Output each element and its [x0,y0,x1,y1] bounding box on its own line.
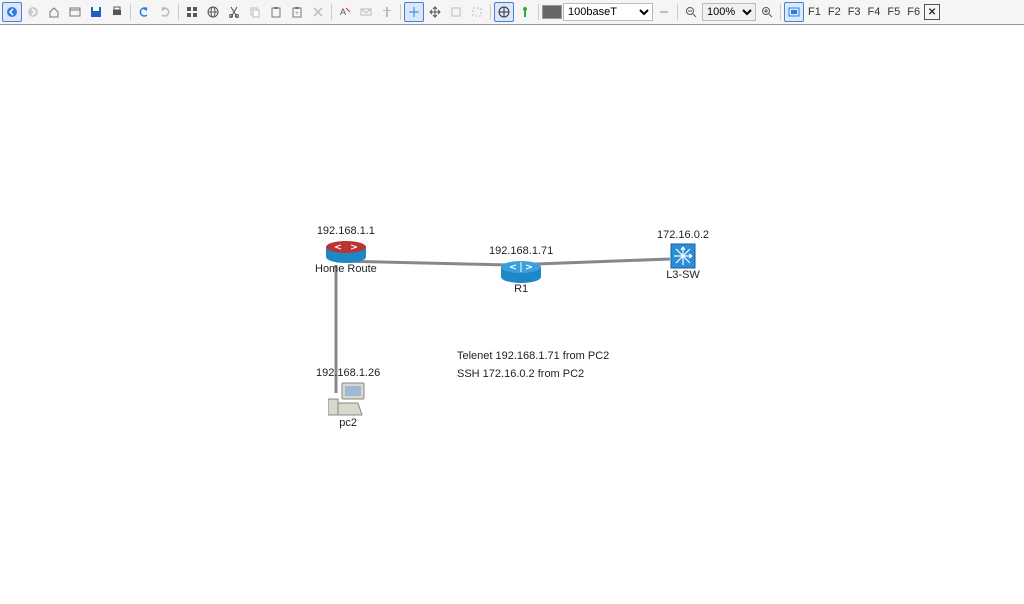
separator [538,4,539,20]
grid-icon[interactable] [182,2,202,22]
l3-switch-icon [670,243,696,269]
node-label: pc2 [339,417,357,429]
forward-icon[interactable] [23,2,43,22]
zoom-region-icon[interactable] [467,2,487,22]
ip-label: 192.168.1.26 [316,367,380,379]
fullscreen-icon[interactable] [784,2,804,22]
node-pc2[interactable]: 192.168.1.26 pc2 [316,367,380,429]
note-line: Telenet 192.168.1.71 from PC2 [457,347,609,365]
redo-icon[interactable] [155,2,175,22]
globe-icon[interactable] [203,2,223,22]
cut-icon[interactable] [224,2,244,22]
grid-snap-icon[interactable] [494,2,514,22]
link-layer [0,25,1024,604]
move-tool-icon[interactable] [425,2,445,22]
node-label: R1 [514,283,528,295]
pointer-tool-icon[interactable] [404,2,424,22]
print-icon[interactable] [107,2,127,22]
node-label: L3-SW [666,269,700,281]
f5-button[interactable]: F5 [884,6,903,18]
canvas-note: Telenet 192.168.1.71 from PC2 SSH 172.16… [457,347,609,383]
f2-button[interactable]: F2 [825,6,844,18]
home-icon[interactable] [44,2,64,22]
close-panel-icon[interactable]: ✕ [924,4,940,20]
svg-text:+: + [295,11,299,17]
zoom-out-icon[interactable] [681,2,701,22]
ip-label: 172.16.0.2 [657,229,709,241]
undo-icon[interactable] [134,2,154,22]
topology-canvas[interactable]: 192.168.1.1 Home Route 192.168.1.71 R1 1… [0,25,1024,604]
node-l3sw[interactable]: 172.16.0.2 L3-SW [657,229,709,281]
back-icon[interactable] [2,2,22,22]
copy-icon[interactable] [245,2,265,22]
separator [331,4,332,20]
note-line: SSH 172.16.0.2 from PC2 [457,365,609,383]
delete-icon[interactable] [308,2,328,22]
f3-button[interactable]: F3 [845,6,864,18]
zoom-select[interactable]: 100% [702,3,756,21]
separator [780,4,781,20]
zoom-fit-icon[interactable] [446,2,466,22]
router-icon [500,259,542,283]
mail-icon[interactable] [356,2,376,22]
f4-button[interactable]: F4 [865,6,884,18]
separator [178,4,179,20]
save-icon[interactable] [86,2,106,22]
workstation-icon [328,381,368,417]
toolbar: + A 100baseT 100% F1 F2 F3 F4 F5 F6 ✕ [0,0,1024,25]
router-icon [325,239,367,263]
zoom-in-icon[interactable] [757,2,777,22]
separator [400,4,401,20]
link-apply-icon[interactable] [654,2,674,22]
separator [490,4,491,20]
node-label: Home Route [315,263,377,275]
window-icon[interactable] [65,2,85,22]
annotate-icon[interactable]: A [335,2,355,22]
align-icon[interactable] [377,2,397,22]
svg-text:A: A [340,7,346,17]
paste-special-icon[interactable]: + [287,2,307,22]
f6-button[interactable]: F6 [904,6,923,18]
link-type-select[interactable]: 100baseT [563,3,653,21]
node-home-router[interactable]: 192.168.1.1 Home Route [315,225,377,275]
f1-button[interactable]: F1 [805,6,824,18]
add-node-icon[interactable] [515,2,535,22]
separator [677,4,678,20]
paste-icon[interactable] [266,2,286,22]
ip-label: 192.168.1.1 [317,225,375,237]
separator [130,4,131,20]
ip-label: 192.168.1.71 [489,245,553,257]
node-r1[interactable]: 192.168.1.71 R1 [489,245,553,295]
link-color-swatch[interactable] [542,5,562,19]
